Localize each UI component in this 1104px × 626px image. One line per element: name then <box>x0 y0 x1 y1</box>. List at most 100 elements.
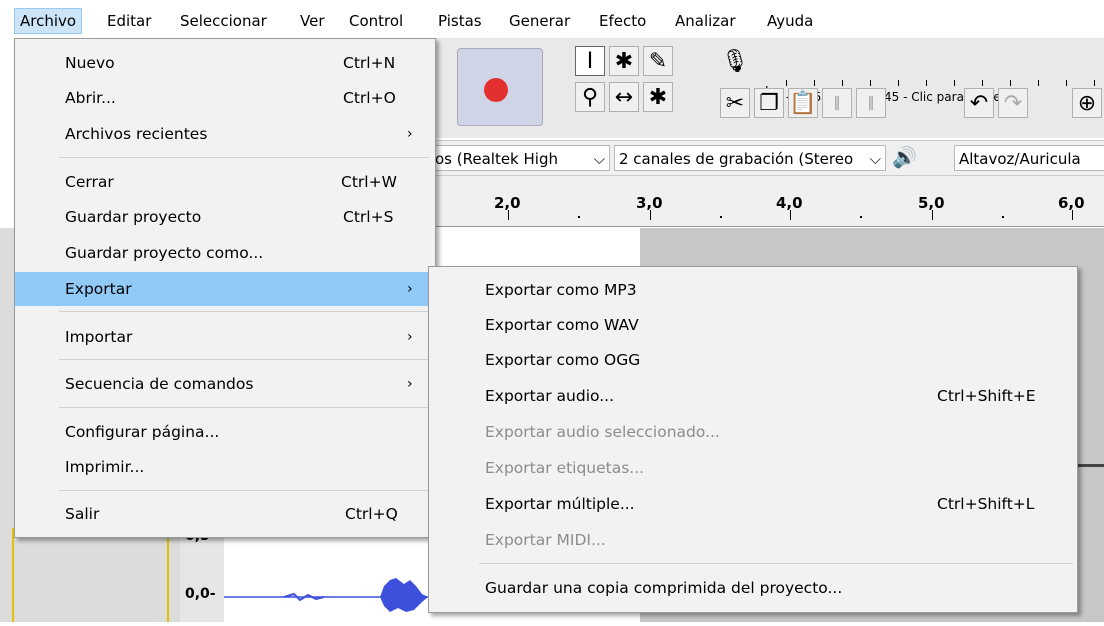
recording-channels-value: 2 canales de grabación (Stereo <box>619 150 854 168</box>
menu-item-exportar-audio[interactable]: Exportar audio... Ctrl+Shift+E <box>429 379 1077 413</box>
vruler-label: 0,0- <box>185 586 216 602</box>
copy-icon[interactable]: ❐ <box>754 88 784 118</box>
undo-icon[interactable]: ↶ <box>964 88 994 118</box>
playback-device-select[interactable]: Altavoz/Auricula <box>954 145 1104 171</box>
ruler-tick <box>790 210 791 220</box>
menu-separator <box>479 563 1073 564</box>
menu-item-guardar-copia-comprimida[interactable]: Guardar una copia comprimida del proyect… <box>429 571 1077 605</box>
ruler-tick <box>508 210 509 220</box>
recording-channels-select[interactable]: 2 canales de grabación (Stereo ⌵ <box>614 145 886 171</box>
menu-separator <box>59 311 429 312</box>
zoom-tool-icon[interactable]: ⚲ <box>575 82 605 112</box>
menu-item-importar[interactable]: Importar › <box>15 320 435 354</box>
menu-ver[interactable]: Ver <box>295 9 330 33</box>
menu-item-secuencia-de-comandos[interactable]: Secuencia de comandos › <box>15 367 435 401</box>
device-toolbar: os (Realtek High ⌵ 2 canales de grabació… <box>430 140 1104 176</box>
microphone-icon[interactable]: 🎙 <box>720 46 750 76</box>
recording-device-select[interactable]: os (Realtek High ⌵ <box>430 145 610 171</box>
menu-analizar[interactable]: Analizar <box>670 9 741 33</box>
menu-item-cerrar[interactable]: Cerrar Ctrl+W <box>15 165 435 199</box>
exportar-submenu: Exportar como MP3 Exportar como WAV Expo… <box>428 266 1078 613</box>
menu-item-shortcut: Ctrl+W <box>341 173 397 191</box>
menu-item-shortcut: Ctrl+O <box>343 89 396 107</box>
menu-pistas[interactable]: Pistas <box>433 9 487 33</box>
menu-item-label: Importar <box>65 328 133 346</box>
menu-item-shortcut: Ctrl+Shift+E <box>937 387 1036 405</box>
menu-item-label: Cerrar <box>65 173 114 191</box>
recording-device-value: os (Realtek High <box>435 150 558 168</box>
menu-item-shortcut: Ctrl+S <box>343 208 394 226</box>
menu-control[interactable]: Control <box>344 9 408 33</box>
ruler-dot <box>860 216 862 218</box>
ruler-dot <box>1002 216 1004 218</box>
ruler-dot <box>720 216 722 218</box>
menu-item-exportar-mp3[interactable]: Exportar como MP3 <box>429 273 1077 307</box>
menu-separator <box>59 407 429 408</box>
menu-item-guardar-proyecto[interactable]: Guardar proyecto Ctrl+S <box>15 200 435 234</box>
menu-bar: Archivo Editar Seleccionar Ver Control P… <box>0 0 1104 38</box>
chevron-down-icon: ⌵ <box>593 150 605 168</box>
menu-item-guardar-proyecto-como[interactable]: Guardar proyecto como... <box>15 236 435 270</box>
menu-ayuda[interactable]: Ayuda <box>762 9 818 33</box>
timeshift-tool-icon[interactable]: ↔ <box>609 82 639 112</box>
menu-item-exportar[interactable]: Exportar › <box>15 272 435 306</box>
menu-item-shortcut: Ctrl+N <box>343 54 396 72</box>
menu-item-label: Imprimir... <box>65 458 145 476</box>
menu-item-label: Nuevo <box>65 54 115 72</box>
multi-tool-icon[interactable]: ✱ <box>643 82 673 112</box>
menu-item-label: Exportar <box>65 280 132 298</box>
chevron-right-icon: › <box>407 329 413 345</box>
menu-editar[interactable]: Editar <box>102 9 156 33</box>
menu-item-label: Exportar múltiple... <box>485 495 635 513</box>
menu-item-salir[interactable]: Salir Ctrl+Q <box>15 497 435 531</box>
menu-archivo[interactable]: Archivo <box>14 8 83 34</box>
menu-item-label: Guardar proyecto <box>65 208 202 226</box>
meter-ticks <box>786 80 1104 86</box>
silence-icon[interactable]: ‖ <box>856 88 886 118</box>
menu-item-imprimir[interactable]: Imprimir... <box>15 450 435 484</box>
track-focus-border <box>12 528 14 622</box>
menu-item-label: Guardar una copia comprimida del proyect… <box>485 579 843 597</box>
menu-item-label: Exportar como OGG <box>485 351 641 369</box>
menu-item-nuevo[interactable]: Nuevo Ctrl+N <box>15 46 435 80</box>
redo-icon[interactable]: ↷ <box>998 88 1028 118</box>
paste-icon[interactable]: 📋 <box>788 88 818 118</box>
trim-icon[interactable]: ‖ <box>822 88 852 118</box>
menu-item-label: Secuencia de comandos <box>65 375 254 393</box>
menu-item-exportar-multiple[interactable]: Exportar múltiple... Ctrl+Shift+L <box>429 487 1077 521</box>
playback-device-value: Altavoz/Auricula <box>959 150 1081 168</box>
draw-tool-icon[interactable]: ✎ <box>643 46 673 76</box>
chevron-right-icon: › <box>407 281 413 297</box>
menu-item-shortcut: Ctrl+Q <box>345 505 398 523</box>
menu-item-abrir[interactable]: Abrir... Ctrl+O <box>15 81 435 115</box>
menu-item-shortcut: Ctrl+Shift+L <box>937 495 1035 513</box>
menu-item-archivos-recientes[interactable]: Archivos recientes › <box>15 117 435 151</box>
timeline-ruler[interactable]: 2,0 3,0 4,0 5,0 6,0 <box>430 176 1104 227</box>
menu-item-label: Exportar etiquetas... <box>485 459 645 477</box>
menu-generar[interactable]: Generar <box>504 9 575 33</box>
menu-item-label: Exportar audio... <box>485 387 614 405</box>
menu-item-exportar-wav[interactable]: Exportar como WAV <box>429 308 1077 342</box>
selection-tool-icon[interactable]: I <box>575 46 605 76</box>
menu-item-label: Abrir... <box>65 89 116 107</box>
menu-item-label: Exportar MIDI... <box>485 531 606 549</box>
menu-efecto[interactable]: Efecto <box>594 9 651 33</box>
zoom-in-icon[interactable]: ⊕ <box>1072 88 1102 118</box>
ruler-tick <box>932 210 933 220</box>
speaker-icon: 🔊 <box>892 145 917 169</box>
menu-item-configurar-pagina[interactable]: Configurar página... <box>15 415 435 449</box>
archivo-menu: Nuevo Ctrl+N Abrir... Ctrl+O Archivos re… <box>14 38 436 538</box>
menu-separator <box>59 359 429 360</box>
menu-item-label: Guardar proyecto como... <box>65 244 264 262</box>
menu-item-exportar-midi: Exportar MIDI... <box>429 523 1077 557</box>
menu-separator <box>59 490 429 491</box>
menu-item-label: Archivos recientes <box>65 125 208 143</box>
menu-seleccionar[interactable]: Seleccionar <box>175 9 272 33</box>
ruler-tick <box>1072 210 1073 220</box>
record-icon <box>484 78 508 102</box>
menu-item-exportar-ogg[interactable]: Exportar como OGG <box>429 343 1077 377</box>
menu-item-exportar-audio-seleccionado: Exportar audio seleccionado... <box>429 415 1077 449</box>
cut-icon[interactable]: ✂ <box>720 88 750 118</box>
chevron-right-icon: › <box>407 126 413 142</box>
envelope-tool-icon[interactable]: ✱ <box>609 46 639 76</box>
